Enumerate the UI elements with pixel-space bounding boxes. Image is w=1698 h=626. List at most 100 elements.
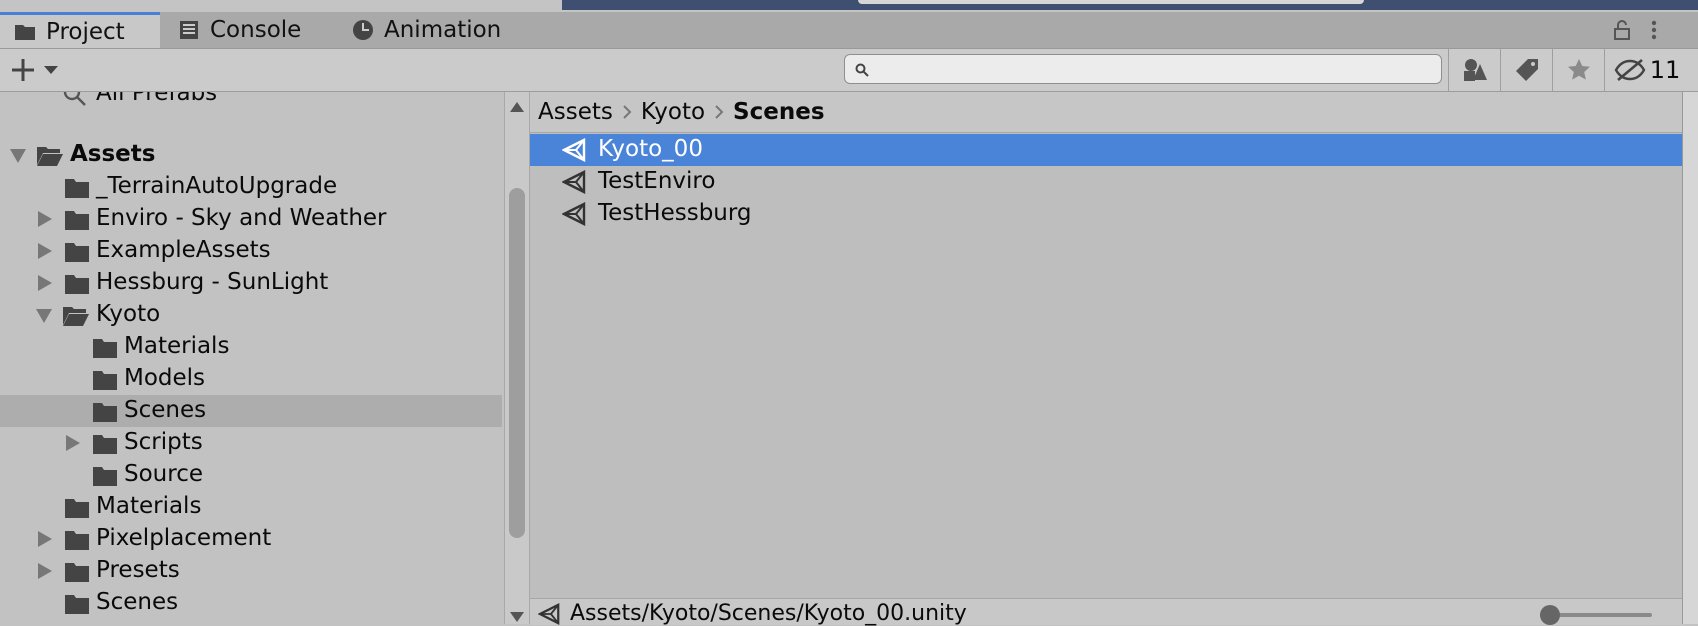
lock-icon[interactable]: [1610, 18, 1634, 42]
tree-item-label: Materials: [96, 493, 202, 519]
icon-size-slider[interactable]: [1540, 605, 1652, 625]
tree-item-label: Scripts: [124, 429, 203, 455]
tree-item-hessburg[interactable]: Hessburg - SunLight: [0, 267, 502, 299]
folder-icon: [93, 339, 117, 358]
tree-item-presets[interactable]: Presets: [0, 555, 502, 587]
tree-item-kyoto-scripts[interactable]: Scripts: [0, 427, 502, 459]
scroll-down-arrow-icon[interactable]: [510, 612, 524, 622]
asset-item-label: Kyoto_00: [598, 136, 703, 162]
tree-item-kyoto-source[interactable]: Source: [0, 459, 502, 491]
unity-scene-icon: [562, 138, 586, 162]
tree-item-label: Hessburg - SunLight: [96, 269, 329, 295]
console-icon: [180, 21, 198, 39]
project-toolbar: 11: [0, 49, 1698, 92]
tree-item-materials[interactable]: Materials: [0, 491, 502, 523]
folder-icon: [65, 499, 89, 518]
folder-icon: [65, 275, 89, 294]
tree-item-terrainautoupgrade[interactable]: _TerrainAutoUpgrade: [0, 171, 502, 203]
expand-arrow-icon[interactable]: [38, 275, 52, 291]
tree-item-label: _TerrainAutoUpgrade: [96, 173, 338, 199]
clock-icon: [353, 20, 373, 40]
hidden-packages-toggle[interactable]: 11: [1604, 49, 1689, 91]
tree-item-kyoto-materials[interactable]: Materials: [0, 331, 502, 363]
folder-icon: [65, 211, 89, 230]
hidden-packages-count: 11: [1649, 56, 1681, 84]
search-by-label-button[interactable]: [1500, 49, 1553, 91]
shapes-filter-icon: [1464, 59, 1487, 81]
tree-item-kyoto-models[interactable]: Models: [0, 363, 502, 395]
folder-tree: All Prefabs Assets _TerrainAutoUpgrade E…: [0, 92, 502, 624]
tree-item-label: Scenes: [124, 397, 207, 423]
unity-scene-icon: [538, 603, 560, 625]
expand-arrow-icon[interactable]: [66, 435, 80, 451]
chevron-right-icon: [623, 105, 632, 119]
scrollbar-thumb[interactable]: [509, 188, 525, 538]
asset-item-label: TestEnviro: [598, 168, 716, 194]
tab-project-label: Project: [46, 18, 125, 45]
search-field[interactable]: [844, 54, 1442, 85]
tree-scrollbar[interactable]: [504, 92, 530, 624]
tab-project[interactable]: Project: [0, 12, 160, 48]
create-plus-dropdown-button[interactable]: [10, 55, 64, 85]
breadcrumb-kyoto[interactable]: Kyoto: [641, 99, 705, 125]
expand-arrow-icon[interactable]: [38, 531, 52, 547]
scroll-up-arrow-icon[interactable]: [510, 102, 524, 112]
search-icon: [855, 63, 869, 77]
folder-icon: [93, 371, 117, 390]
folder-open-icon: [63, 307, 89, 326]
folder-icon: [65, 179, 89, 198]
tree-item-label: Materials: [124, 333, 230, 359]
breadcrumb-assets[interactable]: Assets: [538, 99, 613, 125]
tree-item-label: Source: [124, 461, 203, 487]
tab-animation[interactable]: Animation: [352, 12, 501, 48]
selected-asset-path: Assets/Kyoto/Scenes/Kyoto_00.unity: [570, 601, 967, 626]
tab-animation-label: Animation: [384, 17, 502, 43]
adjacent-panel-edge: [1682, 92, 1698, 624]
favorites-button[interactable]: [1552, 49, 1605, 91]
folder-icon: [65, 243, 89, 262]
tree-item-all-prefabs[interactable]: All Prefabs: [0, 92, 502, 110]
asset-item-testhessburg[interactable]: TestHessburg: [530, 198, 1682, 230]
folder-icon: [93, 435, 117, 454]
asset-item-label: TestHessburg: [598, 200, 752, 226]
breadcrumb: Assets Kyoto Scenes: [530, 92, 1682, 133]
unity-scene-icon: [562, 202, 586, 226]
folder-icon: [93, 403, 117, 422]
tree-item-kyoto-scenes[interactable]: Scenes: [0, 395, 502, 427]
expand-arrow-icon[interactable]: [38, 563, 52, 579]
folder-icon: [65, 595, 89, 614]
tree-item-label: Kyoto: [96, 301, 161, 327]
folder-icon: [93, 467, 117, 486]
kebab-menu-icon[interactable]: [1642, 18, 1666, 42]
eye-slash-icon: [1614, 59, 1646, 81]
tree-item-exampleassets[interactable]: ExampleAssets: [0, 235, 502, 267]
asset-item-testenviro[interactable]: TestEnviro: [530, 166, 1682, 198]
tree-item-assets[interactable]: Assets: [0, 139, 502, 171]
collapse-arrow-icon[interactable]: [36, 309, 52, 323]
scene-view-control: [858, 0, 1364, 4]
tree-item-kyoto[interactable]: Kyoto: [0, 299, 502, 331]
tree-item-enviro[interactable]: Enviro - Sky and Weather: [0, 203, 502, 235]
folder-open-icon: [37, 147, 63, 166]
search-input[interactable]: [875, 55, 1439, 85]
breadcrumb-scenes[interactable]: Scenes: [733, 99, 824, 125]
tab-console[interactable]: Console: [176, 12, 301, 48]
tree-item-label: Pixelplacement: [96, 525, 272, 551]
star-icon: [1568, 59, 1590, 80]
top-strip: [0, 0, 1698, 12]
tag-icon: [1516, 59, 1538, 81]
tree-item-label: Models: [124, 365, 206, 391]
tree-item-label: All Prefabs: [96, 92, 218, 106]
search-by-type-button[interactable]: [1448, 49, 1501, 91]
tree-item-label: Scenes: [96, 589, 179, 615]
tree-item-label: ExampleAssets: [96, 237, 271, 263]
expand-arrow-icon[interactable]: [38, 243, 52, 259]
expand-arrow-icon[interactable]: [38, 211, 52, 227]
collapse-arrow-icon[interactable]: [10, 149, 26, 163]
slider-knob[interactable]: [1540, 605, 1560, 625]
tree-item-pixelplacement[interactable]: Pixelplacement: [0, 523, 502, 555]
chevron-right-icon: [715, 105, 724, 119]
tree-item-scenes[interactable]: Scenes: [0, 587, 502, 619]
tab-console-label: Console: [210, 17, 302, 43]
asset-item-kyoto-00[interactable]: Kyoto_00: [530, 134, 1682, 166]
